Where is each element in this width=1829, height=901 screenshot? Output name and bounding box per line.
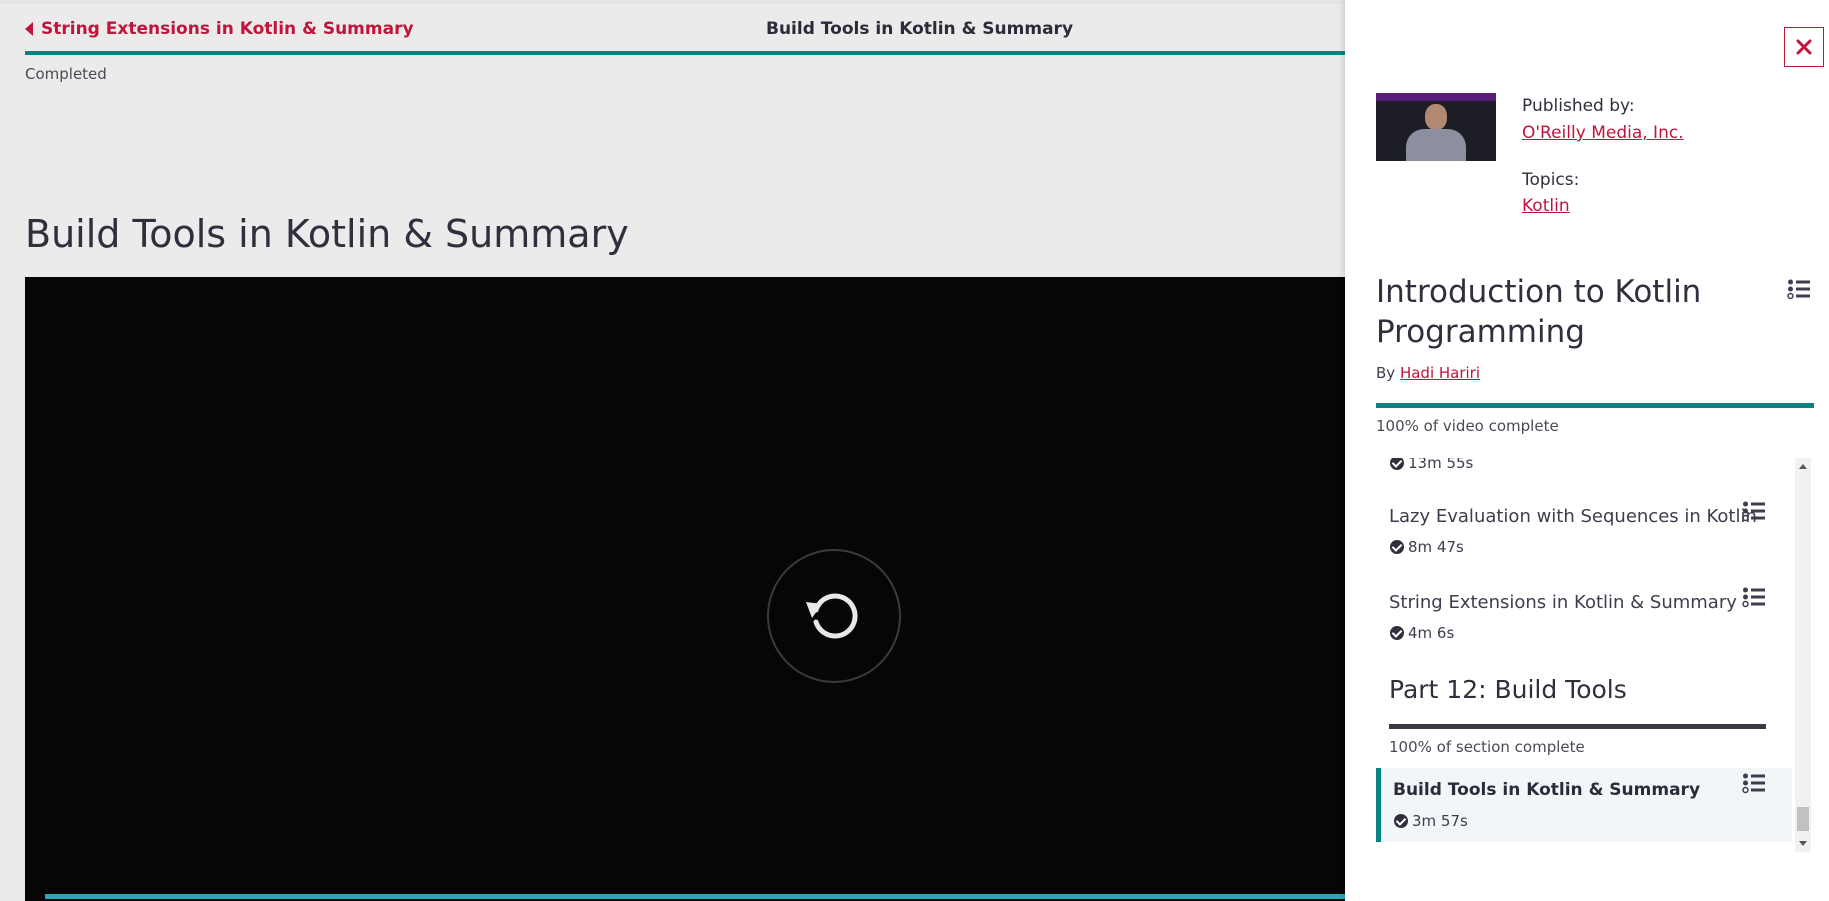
replay-button[interactable] <box>767 549 901 683</box>
course-title: Introduction to Kotlin Programming <box>1376 274 1702 350</box>
section-title: Part 12: Build Tools <box>1389 675 1627 704</box>
current-lesson-title: Build Tools in Kotlin & Summary <box>766 19 1074 39</box>
close-button[interactable] <box>1784 27 1824 67</box>
published-by-label: Published by: <box>1522 96 1635 116</box>
publisher-link[interactable]: O'Reilly Media, Inc. <box>1522 123 1684 143</box>
course-thumbnail <box>1376 93 1496 161</box>
video-progress-bar[interactable] <box>45 894 1345 899</box>
video-player[interactable] <box>25 277 1345 901</box>
check-circle-icon <box>1390 458 1404 470</box>
lesson-status: Completed <box>25 65 107 83</box>
section-progress-text: 100% of section complete <box>1389 738 1585 756</box>
by-label: By <box>1376 364 1396 382</box>
lesson-duration: 3m 57s <box>1394 812 1468 830</box>
lesson-title[interactable]: String Extensions in Kotlin & Summary <box>1389 592 1737 613</box>
course-progress-bar <box>1376 403 1814 408</box>
topics-label: Topics: <box>1522 170 1580 190</box>
lesson-duration: 13m 55s <box>1390 458 1473 472</box>
author-link[interactable]: Hadi Hariri <box>1400 364 1480 382</box>
check-circle-icon <box>1390 626 1404 640</box>
scroll-down-arrow-icon[interactable] <box>1799 841 1807 846</box>
lesson-title[interactable]: Lazy Evaluation with Sequences in Kotlin <box>1389 506 1757 527</box>
caret-left-icon <box>25 22 33 36</box>
page-title: Build Tools in Kotlin & Summary <box>25 212 629 256</box>
byline: By Hadi Hariri <box>1376 364 1480 382</box>
replay-icon <box>806 593 858 639</box>
scrollbar-thumb[interactable] <box>1797 807 1809 831</box>
previous-lesson-link[interactable]: String Extensions in Kotlin & Summary <box>25 19 414 39</box>
active-lesson-title[interactable]: Build Tools in Kotlin & Summary <box>1393 780 1700 800</box>
lesson-duration: 8m 47s <box>1390 538 1464 556</box>
playlist-icon[interactable] <box>1742 772 1766 794</box>
topic-link[interactable]: Kotlin <box>1522 196 1570 216</box>
course-progress-text: 100% of video complete <box>1376 417 1559 435</box>
lesson-list-scrollbar[interactable] <box>1795 458 1811 852</box>
lesson-list: 13m 55s Lazy Evaluation with Sequences i… <box>1376 458 1796 852</box>
close-icon <box>1796 39 1812 55</box>
active-lesson-item[interactable]: Build Tools in Kotlin & Summary 3m 57s <box>1376 768 1792 842</box>
playlist-icon[interactable] <box>1742 586 1766 608</box>
lesson-duration: 4m 6s <box>1390 624 1454 642</box>
playlist-icon[interactable] <box>1742 500 1766 522</box>
check-circle-icon <box>1394 814 1408 828</box>
lesson-progress-bar <box>25 51 1345 55</box>
section-progress-bar <box>1389 724 1766 729</box>
scroll-up-arrow-icon[interactable] <box>1799 464 1807 469</box>
previous-lesson-label: String Extensions in Kotlin & Summary <box>41 19 414 39</box>
playlist-icon[interactable] <box>1787 278 1811 300</box>
check-circle-icon <box>1390 540 1404 554</box>
